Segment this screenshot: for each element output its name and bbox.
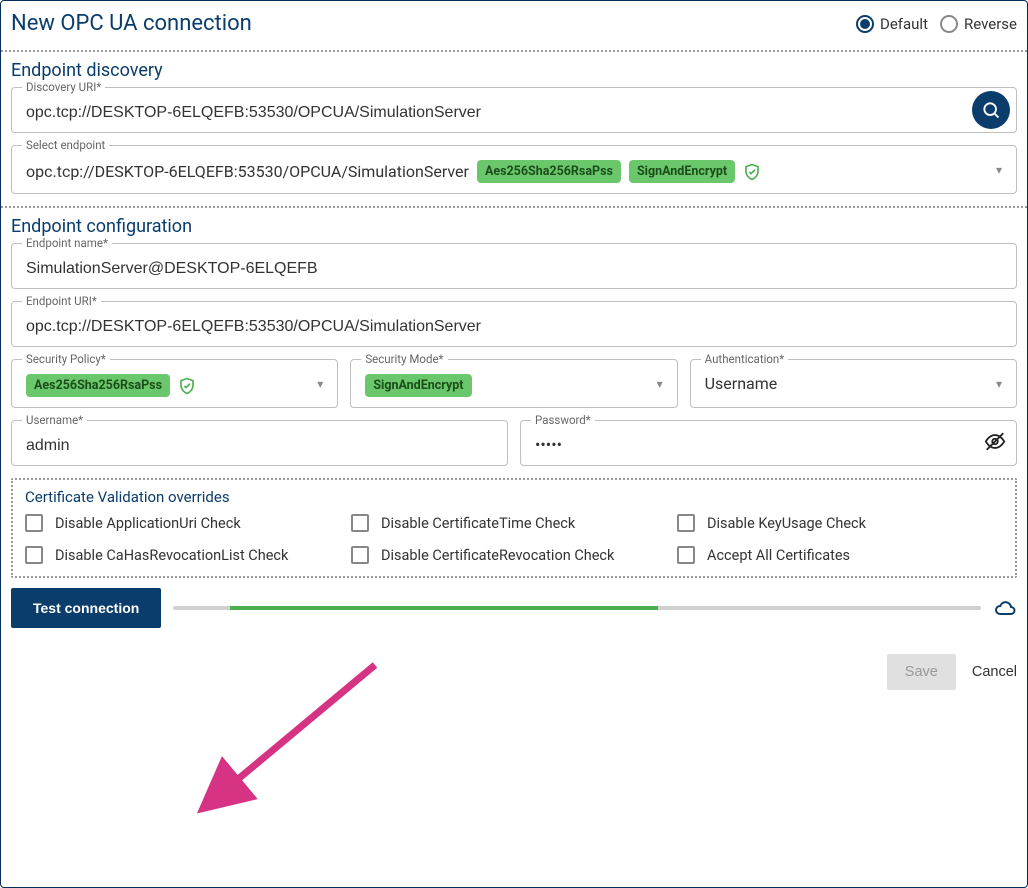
test-connection-button[interactable]: Test connection (11, 588, 161, 628)
password-field[interactable]: Password* ••••• (520, 420, 1017, 466)
check-disable-appuri[interactable]: Disable ApplicationUri Check (25, 514, 351, 532)
username-input[interactable] (26, 437, 493, 455)
chevron-down-icon: ▾ (317, 377, 323, 391)
policy-chip: Aes256Sha256RsaPss (26, 374, 170, 397)
check-disable-carevlist[interactable]: Disable CaHasRevocationList Check (25, 546, 351, 564)
cert-validation-overrides: Certificate Validation overrides Disable… (11, 478, 1017, 578)
check-disable-certrev[interactable]: Disable CertificateRevocation Check (351, 546, 677, 564)
endpoint-url: opc.tcp://DESKTOP-6ELQEFB:53530/OPCUA/Si… (26, 162, 469, 181)
radio-icon (940, 15, 958, 33)
check-disable-keyusage[interactable]: Disable KeyUsage Check (677, 514, 1003, 532)
shield-check-icon (743, 163, 761, 181)
endpoint-uri-field[interactable]: Endpoint URI* (11, 301, 1017, 347)
field-label: Password* (531, 413, 595, 427)
field-label: Security Mode* (361, 352, 447, 366)
connection-type-radios: Default Reverse (856, 15, 1017, 33)
discovery-uri-field[interactable]: Discovery URI* (11, 87, 1017, 133)
check-label: Disable ApplicationUri Check (55, 515, 241, 532)
radio-label: Default (880, 15, 928, 33)
radio-reverse[interactable]: Reverse (940, 15, 1017, 33)
check-disable-certtime[interactable]: Disable CertificateTime Check (351, 514, 677, 532)
chevron-down-icon: ▾ (996, 163, 1002, 177)
eye-off-icon (984, 431, 1006, 453)
mode-chip: SignAndEncrypt (365, 374, 471, 397)
check-label: Disable CaHasRevocationList Check (55, 547, 288, 564)
checkbox-icon (677, 546, 695, 564)
field-label: Authentication* (701, 352, 789, 366)
check-label: Disable CertificateTime Check (381, 515, 575, 532)
field-label: Endpoint URI* (22, 294, 101, 308)
field-label: Security Policy* (22, 352, 110, 366)
chevron-down-icon: ▾ (996, 377, 1002, 391)
test-progress-bar (173, 606, 981, 610)
progress-fill (230, 606, 658, 610)
cert-title: Certificate Validation overrides (25, 488, 1003, 506)
radio-default[interactable]: Default (856, 15, 928, 33)
password-masked: ••••• (535, 435, 562, 454)
radio-label: Reverse (964, 15, 1017, 33)
new-connection-dialog: New OPC UA connection Default Reverse En… (0, 0, 1028, 888)
field-label: Select endpoint (22, 138, 109, 152)
cancel-button[interactable]: Cancel (972, 654, 1017, 690)
check-label: Disable KeyUsage Check (707, 515, 866, 532)
radio-icon (856, 15, 874, 33)
checkbox-icon (25, 514, 43, 532)
field-label: Endpoint name* (22, 236, 112, 250)
field-label: Username* (22, 413, 87, 427)
mode-chip: SignAndEncrypt (629, 160, 735, 183)
check-label: Accept All Certificates (707, 547, 850, 564)
checkbox-icon (351, 546, 369, 564)
discovery-uri-input[interactable] (26, 104, 962, 122)
shield-check-icon (178, 377, 196, 395)
cloud-icon (993, 596, 1017, 620)
select-endpoint-field[interactable]: Select endpoint opc.tcp://DESKTOP-6ELQEF… (11, 145, 1017, 194)
search-icon (981, 100, 1001, 120)
endpoint-name-field[interactable]: Endpoint name* (11, 243, 1017, 289)
auth-value: Username (705, 374, 778, 393)
save-button[interactable]: Save (887, 654, 956, 690)
policy-chip: Aes256Sha256RsaPss (477, 160, 621, 183)
check-label: Disable CertificateRevocation Check (381, 547, 614, 564)
checkbox-icon (25, 546, 43, 564)
field-label: Discovery URI* (22, 80, 105, 94)
endpoint-discovery-title: Endpoint discovery (11, 52, 1017, 87)
check-accept-all[interactable]: Accept All Certificates (677, 546, 1003, 564)
security-policy-field[interactable]: Security Policy* Aes256Sha256RsaPss ▾ (11, 359, 338, 408)
endpoint-name-input[interactable] (26, 260, 1002, 278)
authentication-field[interactable]: Authentication* Username ▾ (690, 359, 1017, 408)
username-field[interactable]: Username* (11, 420, 508, 466)
dialog-title: New OPC UA connection (11, 11, 252, 36)
toggle-password-button[interactable] (984, 431, 1006, 456)
checkbox-icon (677, 514, 695, 532)
chevron-down-icon: ▾ (657, 377, 663, 391)
endpoint-config-title: Endpoint configuration (11, 208, 1017, 243)
security-mode-field[interactable]: Security Mode* SignAndEncrypt ▾ (350, 359, 677, 408)
discovery-search-button[interactable] (972, 91, 1010, 129)
endpoint-uri-input[interactable] (26, 318, 1002, 336)
checkbox-icon (351, 514, 369, 532)
